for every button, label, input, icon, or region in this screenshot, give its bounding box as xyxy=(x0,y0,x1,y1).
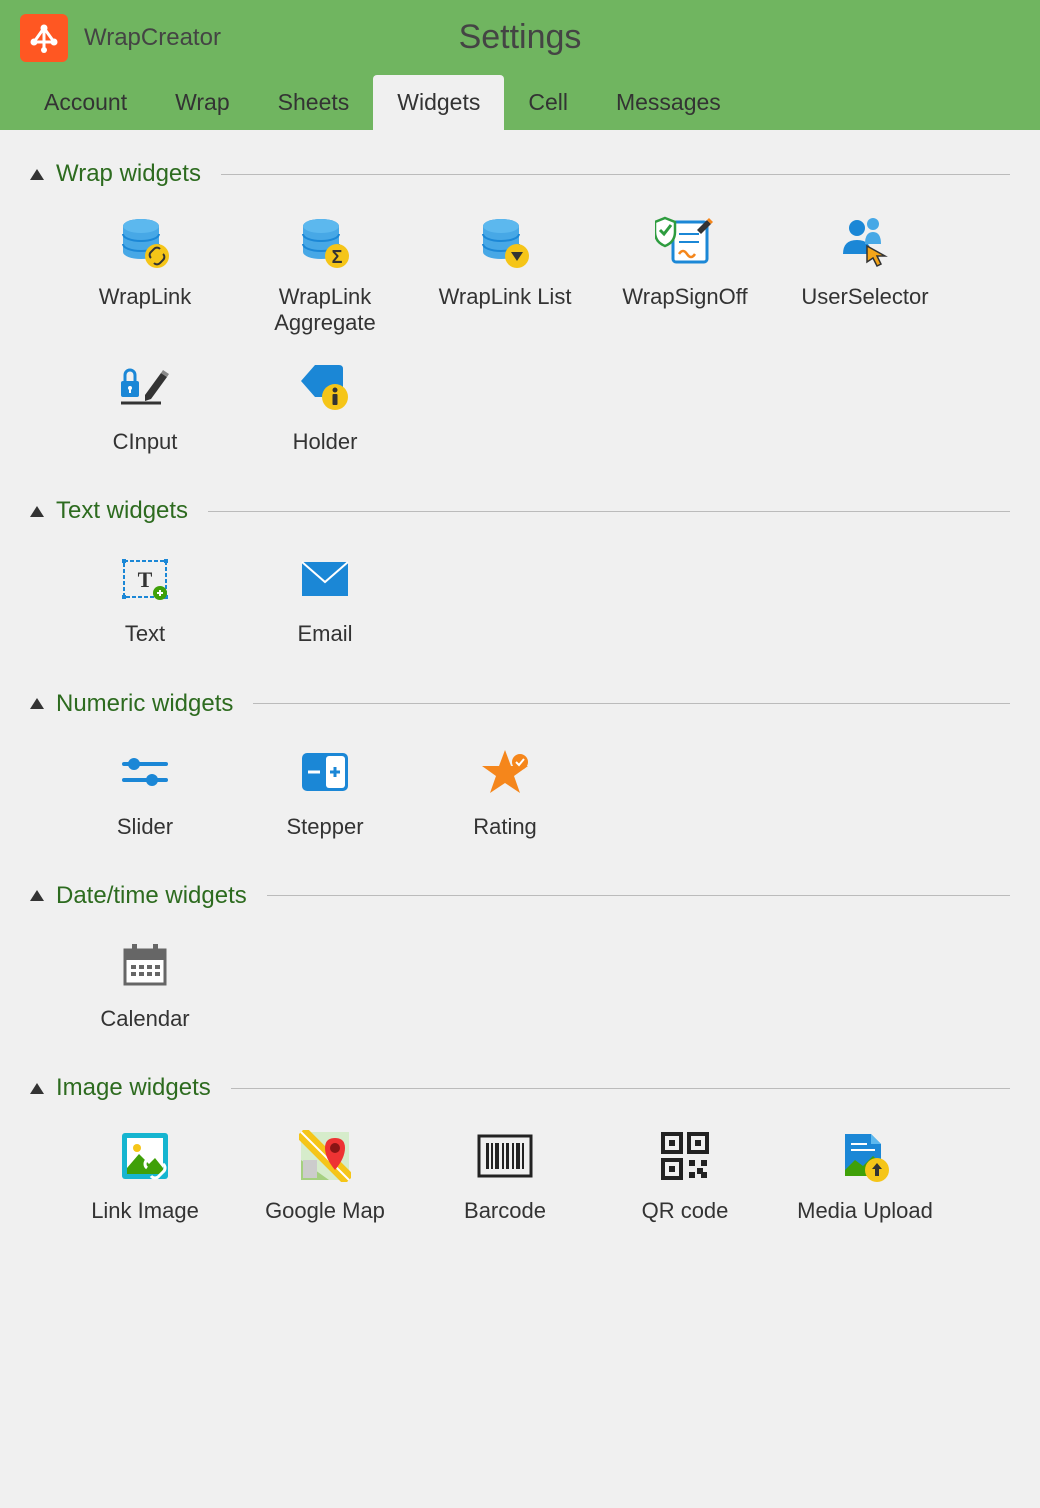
section-title: Text widgets xyxy=(56,497,188,525)
svg-text:Σ: Σ xyxy=(332,247,343,267)
tab-account[interactable]: Account xyxy=(20,75,151,130)
tag-info-icon xyxy=(240,357,410,417)
section-datetime-widgets: Date/time widgets C xyxy=(30,882,1010,1032)
widget-wraplink-list[interactable]: WrapLink List xyxy=(420,212,590,337)
section-header[interactable]: Text widgets xyxy=(30,497,1010,525)
section-header[interactable]: Numeric widgets xyxy=(30,690,1010,718)
image-link-icon xyxy=(60,1126,230,1186)
widget-text[interactable]: T Text xyxy=(60,549,230,647)
divider xyxy=(208,511,1010,512)
widget-stepper[interactable]: Stepper xyxy=(240,742,410,840)
widget-media-upload[interactable]: Media Upload xyxy=(780,1126,950,1224)
divider xyxy=(221,174,1010,175)
widget-grid: Link Image Google Map xyxy=(30,1126,1010,1224)
user-pointer-icon xyxy=(780,212,950,272)
widget-label: UserSelector xyxy=(780,284,950,310)
section-wrap-widgets: Wrap widgets WrapLink xyxy=(30,160,1010,455)
widget-slider[interactable]: Slider xyxy=(60,742,230,840)
section-title: Date/time widgets xyxy=(56,882,247,910)
section-title: Wrap widgets xyxy=(56,160,201,188)
envelope-icon xyxy=(240,549,410,609)
widget-grid: Calendar xyxy=(30,934,1010,1032)
app-logo-icon xyxy=(20,14,68,62)
header: WrapCreator Settings xyxy=(0,0,1040,75)
widget-label: WrapLink Aggregate xyxy=(240,284,410,337)
section-header[interactable]: Wrap widgets xyxy=(30,160,1010,188)
widget-cinput[interactable]: CInput xyxy=(60,357,230,455)
caret-up-icon xyxy=(30,890,44,901)
widget-label: Google Map xyxy=(240,1198,410,1224)
widget-label: Email xyxy=(240,621,410,647)
database-dropdown-icon xyxy=(420,212,590,272)
divider xyxy=(253,703,1010,704)
widget-label: Calendar xyxy=(60,1006,230,1032)
widget-barcode[interactable]: Barcode xyxy=(420,1126,590,1224)
widget-grid: WrapLink Σ WrapLink Aggregate xyxy=(30,212,1010,455)
widget-label: Rating xyxy=(420,814,590,840)
tab-cell[interactable]: Cell xyxy=(504,75,592,130)
qrcode-icon xyxy=(600,1126,770,1186)
tab-widgets[interactable]: Widgets xyxy=(373,75,504,130)
tab-messages[interactable]: Messages xyxy=(592,75,745,130)
widget-rating[interactable]: Rating xyxy=(420,742,590,840)
star-icon xyxy=(420,742,590,802)
widget-wraplink-aggregate[interactable]: Σ WrapLink Aggregate xyxy=(240,212,410,337)
section-numeric-widgets: Numeric widgets Slider xyxy=(30,690,1010,840)
widget-wraplink[interactable]: WrapLink xyxy=(60,212,230,337)
widget-label: Text xyxy=(60,621,230,647)
tab-wrap[interactable]: Wrap xyxy=(151,75,254,130)
widget-label: CInput xyxy=(60,429,230,455)
file-upload-icon xyxy=(780,1126,950,1186)
widget-label: Barcode xyxy=(420,1198,590,1224)
database-sum-icon: Σ xyxy=(240,212,410,272)
textbox-icon: T xyxy=(60,549,230,609)
shield-document-icon xyxy=(600,212,770,272)
database-link-icon xyxy=(60,212,230,272)
lock-pencil-icon xyxy=(60,357,230,417)
tabs: Account Wrap Sheets Widgets Cell Message… xyxy=(0,75,1040,130)
widget-label: QR code xyxy=(600,1198,770,1224)
widget-label: WrapLink xyxy=(60,284,230,310)
svg-text:T: T xyxy=(138,567,153,592)
map-pin-icon xyxy=(240,1126,410,1186)
widget-label: WrapLink List xyxy=(420,284,590,310)
section-title: Numeric widgets xyxy=(56,690,233,718)
widget-userselector[interactable]: UserSelector xyxy=(780,212,950,337)
caret-up-icon xyxy=(30,169,44,180)
widget-calendar[interactable]: Calendar xyxy=(60,934,230,1032)
content: Wrap widgets WrapLink xyxy=(0,130,1040,1297)
divider xyxy=(267,895,1010,896)
caret-up-icon xyxy=(30,506,44,517)
widget-label: WrapSignOff xyxy=(600,284,770,310)
divider xyxy=(231,1088,1010,1089)
widget-google-map[interactable]: Google Map xyxy=(240,1126,410,1224)
widget-label: Link Image xyxy=(60,1198,230,1224)
widget-grid: Slider Stepper xyxy=(30,742,1010,840)
tab-sheets[interactable]: Sheets xyxy=(254,75,374,130)
section-text-widgets: Text widgets T Text xyxy=(30,497,1010,647)
section-image-widgets: Image widgets Link Image xyxy=(30,1074,1010,1224)
section-header[interactable]: Image widgets xyxy=(30,1074,1010,1102)
app-name: WrapCreator xyxy=(84,24,221,52)
widget-link-image[interactable]: Link Image xyxy=(60,1126,230,1224)
calendar-icon xyxy=(60,934,230,994)
widget-holder[interactable]: Holder xyxy=(240,357,410,455)
widget-email[interactable]: Email xyxy=(240,549,410,647)
caret-up-icon xyxy=(30,698,44,709)
widget-label: Slider xyxy=(60,814,230,840)
widget-qrcode[interactable]: QR code xyxy=(600,1126,770,1224)
widget-label: Stepper xyxy=(240,814,410,840)
widget-label: Holder xyxy=(240,429,410,455)
widget-label: Media Upload xyxy=(780,1198,950,1224)
section-header[interactable]: Date/time widgets xyxy=(30,882,1010,910)
page-title: Settings xyxy=(459,18,582,57)
barcode-icon xyxy=(420,1126,590,1186)
widget-wrapsignoff[interactable]: WrapSignOff xyxy=(600,212,770,337)
plus-minus-icon xyxy=(240,742,410,802)
caret-up-icon xyxy=(30,1083,44,1094)
section-title: Image widgets xyxy=(56,1074,211,1102)
widget-grid: T Text Email xyxy=(30,549,1010,647)
sliders-icon xyxy=(60,742,230,802)
